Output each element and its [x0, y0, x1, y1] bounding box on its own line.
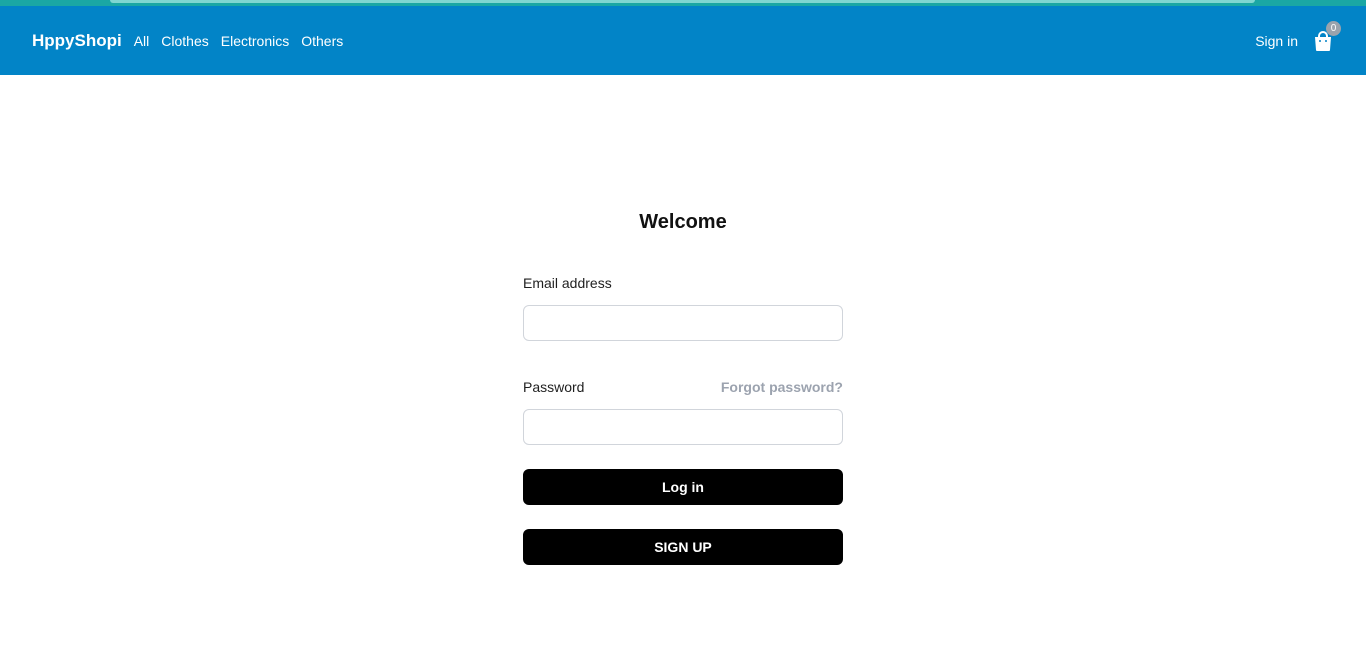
browser-tab-edge [110, 0, 1255, 3]
nav-link-all[interactable]: All [134, 33, 150, 49]
signup-button[interactable]: SIGN UP [523, 529, 843, 565]
email-field[interactable] [523, 305, 843, 341]
login-form: Welcome Email address Password Forgot pa… [523, 205, 843, 589]
email-label: Email address [523, 275, 612, 291]
sign-in-link[interactable]: Sign in [1255, 33, 1298, 49]
password-label-row: Password Forgot password? [523, 377, 843, 397]
password-label: Password [523, 379, 585, 395]
email-label-row: Email address [523, 273, 843, 293]
page-title: Welcome [639, 211, 727, 233]
nav-link-electronics[interactable]: Electronics [221, 33, 289, 49]
nav-right: Sign in 0 [1255, 20, 1341, 52]
password-field[interactable] [523, 409, 843, 445]
nav-link-others[interactable]: Others [301, 33, 343, 49]
cart-count-badge: 0 [1326, 20, 1341, 36]
cart-button[interactable]: 0 [1312, 20, 1341, 52]
login-button[interactable]: Log in [523, 469, 843, 505]
nav-link-clothes[interactable]: Clothes [161, 33, 208, 49]
navbar: HppyShopi All Clothes Electronics Others… [0, 6, 1366, 75]
brand-logo[interactable]: HppyShopi [32, 31, 122, 51]
forgot-password-link[interactable]: Forgot password? [721, 379, 843, 395]
